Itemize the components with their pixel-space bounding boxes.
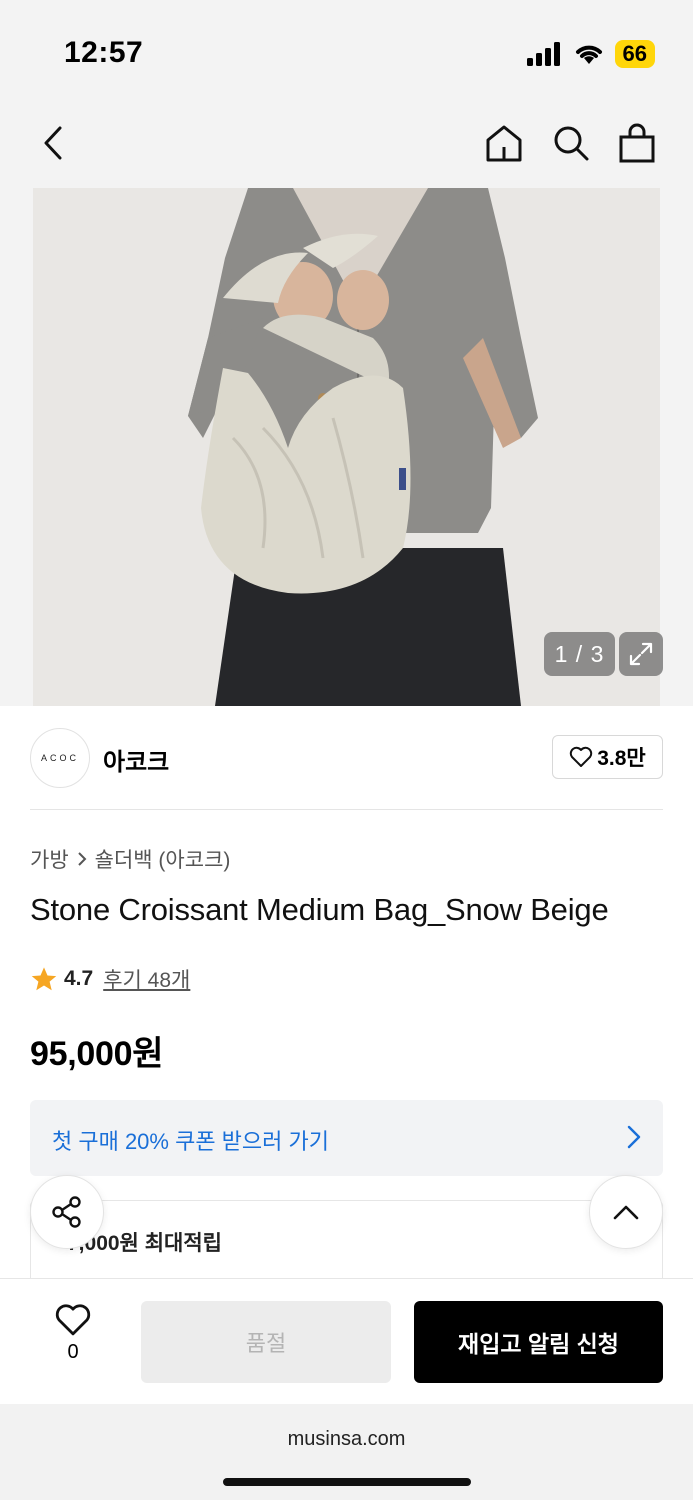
cart-button[interactable] [612,118,662,168]
chevron-up-icon [613,1205,639,1220]
scroll-top-button[interactable] [589,1175,663,1249]
star-icon [31,967,57,991]
chevron-right-icon [77,852,87,866]
nav-bar [0,100,693,188]
chevron-right-icon [627,1125,641,1149]
share-button[interactable] [30,1175,104,1249]
review-count-link[interactable]: 후기 48개 [103,964,190,994]
url-text[interactable]: musinsa.com [0,1428,693,1451]
brand-like-count: 3.8만 [597,747,646,770]
home-indicator[interactable] [223,1478,471,1486]
image-counter: 1 / 3 [544,632,615,676]
brand-name[interactable]: 아코크 [103,742,169,777]
rating-row: 4.7 후기 48개 [30,964,190,994]
product-photo [33,188,660,706]
soldout-button[interactable]: 품절 [141,1301,391,1383]
bottom-action-bar: 0 품절 재입고 알림 신청 [0,1278,693,1404]
restock-alert-button[interactable]: 재입고 알림 신청 [414,1301,663,1383]
product-image[interactable] [33,188,660,706]
search-icon [554,126,589,161]
product-title: Stone Croissant Medium Bag_Snow Beige [30,892,609,927]
status-time: 12:57 [64,36,144,69]
signal-icon [526,42,560,66]
product-info: ACOC 아코크 3.8만 가방 숄더백 (아코크) Stone Croissa… [0,706,693,1300]
heart-icon [55,1304,91,1336]
status-bar: 12:57 66 [0,0,693,100]
home-icon [486,125,522,162]
home-button[interactable] [479,118,529,168]
expand-icon [629,642,653,666]
search-button[interactable] [546,118,596,168]
coupon-banner[interactable]: 첫 구매 20% 쿠폰 받으러 가기 [30,1100,663,1176]
heart-icon [570,746,593,767]
divider [30,809,663,810]
share-icon [52,1196,81,1228]
expand-image-button[interactable] [619,632,663,676]
brand-like-button[interactable]: 3.8만 [552,735,663,779]
brand-logo[interactable]: ACOC [30,728,90,788]
breadcrumb-category[interactable]: 가방 [30,844,69,874]
product-price: 95,000원 [30,1035,164,1073]
browser-url-bar: musinsa.com [0,1404,693,1500]
wishlist-count: 0 [67,1341,79,1363]
coupon-text: 첫 구매 20% 쿠폰 받으러 가기 [52,1129,329,1154]
battery-indicator: 66 [614,40,655,68]
status-icons: 66 [526,40,655,68]
rating-score: 4.7 [64,967,94,990]
shopping-bag-icon [619,123,655,163]
wifi-icon [575,45,602,64]
breadcrumb: 가방 숄더백 (아코크) [30,844,230,874]
wishlist-button[interactable]: 0 [48,1303,98,1364]
chevron-left-icon [44,126,62,160]
back-button[interactable] [28,118,78,168]
breadcrumb-subcategory[interactable]: 숄더백 (아코크) [95,844,231,874]
